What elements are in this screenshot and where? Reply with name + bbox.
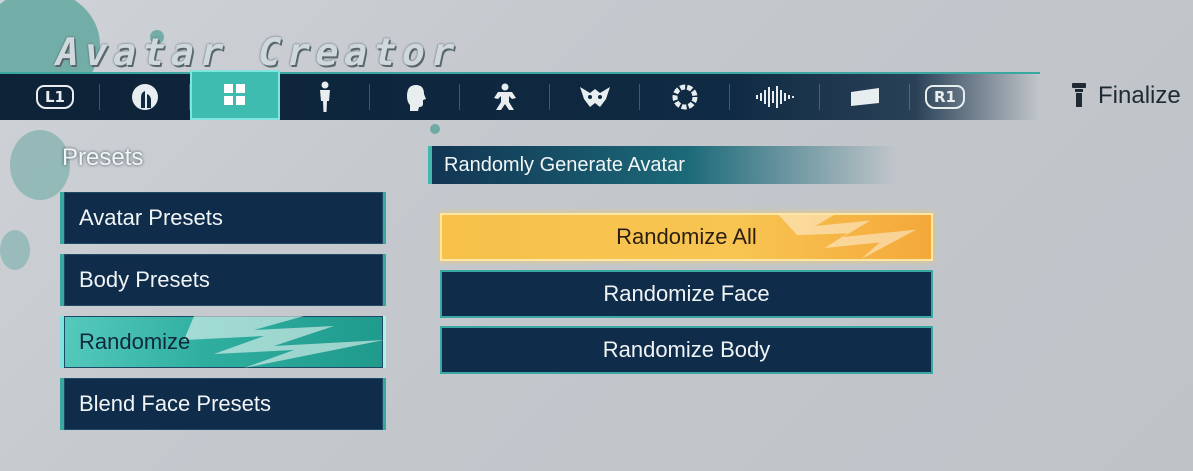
l1-shoulder-button[interactable]: L1 bbox=[10, 74, 100, 120]
button-label: Randomize Body bbox=[602, 337, 771, 362]
menu-item-blend-face-presets[interactable]: Blend Face Presets bbox=[60, 378, 386, 430]
button-label: Randomize Face bbox=[603, 281, 770, 306]
page-title: Avatar Creator bbox=[51, 30, 465, 74]
menu-item-label: Body Presets bbox=[79, 267, 210, 292]
stylus-icon bbox=[1072, 83, 1086, 107]
tab-presets[interactable] bbox=[190, 70, 280, 120]
category-tab-bar: L1 R1 bbox=[0, 70, 1040, 120]
tab-head[interactable] bbox=[370, 74, 460, 120]
section-header: Randomly Generate Avatar bbox=[428, 146, 898, 184]
card-icon bbox=[851, 88, 879, 106]
paint-splatter bbox=[0, 230, 30, 270]
finalize-button[interactable]: Finalize bbox=[1070, 80, 1181, 112]
paint-splatter bbox=[430, 124, 440, 134]
ring-icon bbox=[672, 84, 698, 110]
paint-splatter bbox=[10, 130, 70, 200]
randomize-all-button[interactable]: Randomize All bbox=[440, 213, 933, 261]
button-label: Randomize All bbox=[616, 224, 757, 249]
face-silhouette-icon bbox=[132, 84, 158, 110]
tab-face[interactable] bbox=[100, 74, 190, 120]
lightning-streak-decoration bbox=[184, 316, 383, 368]
tab-card[interactable] bbox=[820, 74, 910, 120]
menu-item-label: Blend Face Presets bbox=[79, 391, 271, 416]
lightning-streak-decoration bbox=[778, 215, 917, 259]
menu-item-label: Randomize bbox=[79, 329, 191, 354]
menu-item-label: Avatar Presets bbox=[79, 205, 223, 230]
mask-icon bbox=[580, 87, 610, 107]
menu-item-avatar-presets[interactable]: Avatar Presets bbox=[60, 192, 386, 244]
tab-style[interactable] bbox=[460, 74, 550, 120]
martial-figure-icon bbox=[494, 83, 516, 110]
r1-badge: R1 bbox=[925, 85, 965, 109]
body-figure-icon bbox=[320, 81, 330, 112]
r1-shoulder-button[interactable]: R1 bbox=[900, 74, 990, 120]
soundwave-icon bbox=[756, 86, 794, 108]
tab-body[interactable] bbox=[280, 74, 370, 120]
tab-mask[interactable] bbox=[550, 74, 640, 120]
head-profile-icon bbox=[407, 85, 426, 111]
randomize-body-button[interactable]: Randomize Body bbox=[440, 326, 933, 374]
randomize-face-button[interactable]: Randomize Face bbox=[440, 270, 933, 318]
menu-item-body-presets[interactable]: Body Presets bbox=[60, 254, 386, 306]
grid-icon bbox=[224, 84, 245, 105]
l1-badge: L1 bbox=[36, 85, 74, 109]
menu-item-randomize[interactable]: Randomize bbox=[60, 316, 386, 368]
presets-heading: Presets bbox=[62, 144, 144, 171]
tab-voice[interactable] bbox=[730, 74, 820, 120]
finalize-label: Finalize bbox=[1098, 82, 1181, 109]
tab-accessories[interactable] bbox=[640, 74, 730, 120]
